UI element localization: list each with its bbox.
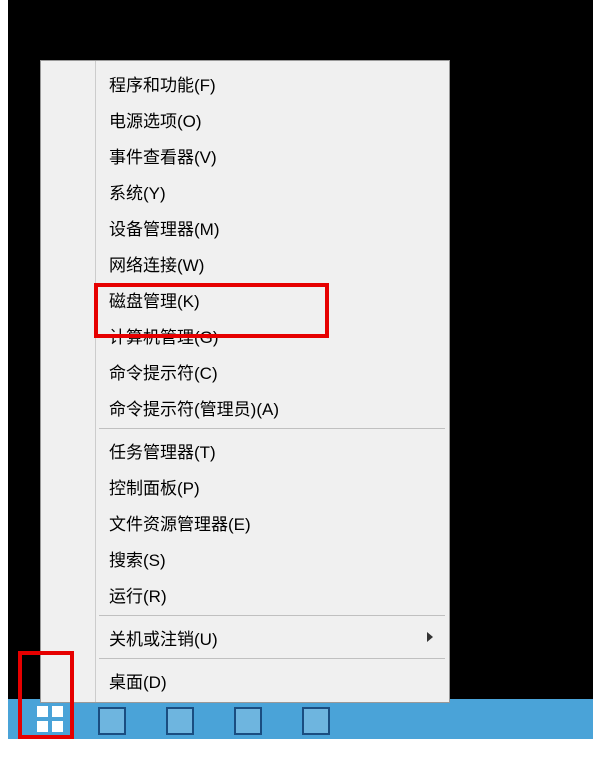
menu-item-label: 桌面(D) bbox=[109, 668, 167, 693]
menu-item-label: 事件查看器(V) bbox=[109, 143, 217, 168]
taskbar-app-icon[interactable] bbox=[302, 707, 330, 735]
menu-item-task-manager[interactable]: 任务管理器(T) bbox=[41, 432, 449, 468]
menu-item-label: 系统(Y) bbox=[109, 179, 166, 204]
menu-item-label: 网络连接(W) bbox=[109, 251, 204, 276]
menu-item-file-explorer[interactable]: 文件资源管理器(E) bbox=[41, 504, 449, 540]
menu-item-disk-management[interactable]: 磁盘管理(K) bbox=[41, 281, 449, 317]
menu-item-label: 命令提示符(C) bbox=[109, 359, 218, 384]
taskbar-icons bbox=[98, 707, 330, 735]
menu-item-control-panel[interactable]: 控制面板(P) bbox=[41, 468, 449, 504]
taskbar-app-icon[interactable] bbox=[98, 707, 126, 735]
menu-item-label: 文件资源管理器(E) bbox=[109, 510, 251, 535]
menu-item-event-viewer[interactable]: 事件查看器(V) bbox=[41, 137, 449, 173]
menu-item-label: 关机或注销(U) bbox=[109, 625, 218, 650]
menu-item-label: 计算机管理(G) bbox=[109, 323, 219, 348]
menu-item-command-prompt-admin[interactable]: 命令提示符(管理员)(A) bbox=[41, 389, 449, 425]
menu-item-label: 磁盘管理(K) bbox=[109, 287, 200, 312]
menu-item-label: 程序和功能(F) bbox=[109, 71, 216, 96]
taskbar-app-icon[interactable] bbox=[166, 707, 194, 735]
start-button[interactable] bbox=[30, 699, 74, 739]
menu-item-search[interactable]: 搜索(S) bbox=[41, 540, 449, 576]
menu-item-label: 搜索(S) bbox=[109, 546, 166, 571]
menu-item-label: 运行(R) bbox=[109, 582, 167, 607]
menu-item-label: 控制面板(P) bbox=[109, 474, 200, 499]
menu-item-computer-management[interactable]: 计算机管理(G) bbox=[41, 317, 449, 353]
menu-item-shutdown-signout[interactable]: 关机或注销(U) bbox=[41, 619, 449, 655]
winx-context-menu: 程序和功能(F) 电源选项(O) 事件查看器(V) 系统(Y) 设备管理器(M)… bbox=[40, 60, 450, 703]
menu-item-label: 命令提示符(管理员)(A) bbox=[109, 395, 279, 420]
submenu-arrow-icon bbox=[427, 632, 433, 642]
menu-separator bbox=[99, 428, 445, 429]
menu-item-label: 电源选项(O) bbox=[109, 107, 202, 132]
menu-item-run[interactable]: 运行(R) bbox=[41, 576, 449, 612]
taskbar-app-icon[interactable] bbox=[234, 707, 262, 735]
windows-logo-icon bbox=[37, 706, 63, 732]
menu-item-command-prompt[interactable]: 命令提示符(C) bbox=[41, 353, 449, 389]
menu-separator bbox=[99, 658, 445, 659]
menu-item-system[interactable]: 系统(Y) bbox=[41, 173, 449, 209]
menu-item-desktop[interactable]: 桌面(D) bbox=[41, 662, 449, 698]
menu-item-device-manager[interactable]: 设备管理器(M) bbox=[41, 209, 449, 245]
menu-item-label: 任务管理器(T) bbox=[109, 438, 216, 463]
menu-item-programs-features[interactable]: 程序和功能(F) bbox=[41, 65, 449, 101]
menu-item-label: 设备管理器(M) bbox=[109, 215, 219, 240]
menu-item-network-connections[interactable]: 网络连接(W) bbox=[41, 245, 449, 281]
taskbar bbox=[8, 699, 593, 739]
menu-item-power-options[interactable]: 电源选项(O) bbox=[41, 101, 449, 137]
menu-separator bbox=[99, 615, 445, 616]
